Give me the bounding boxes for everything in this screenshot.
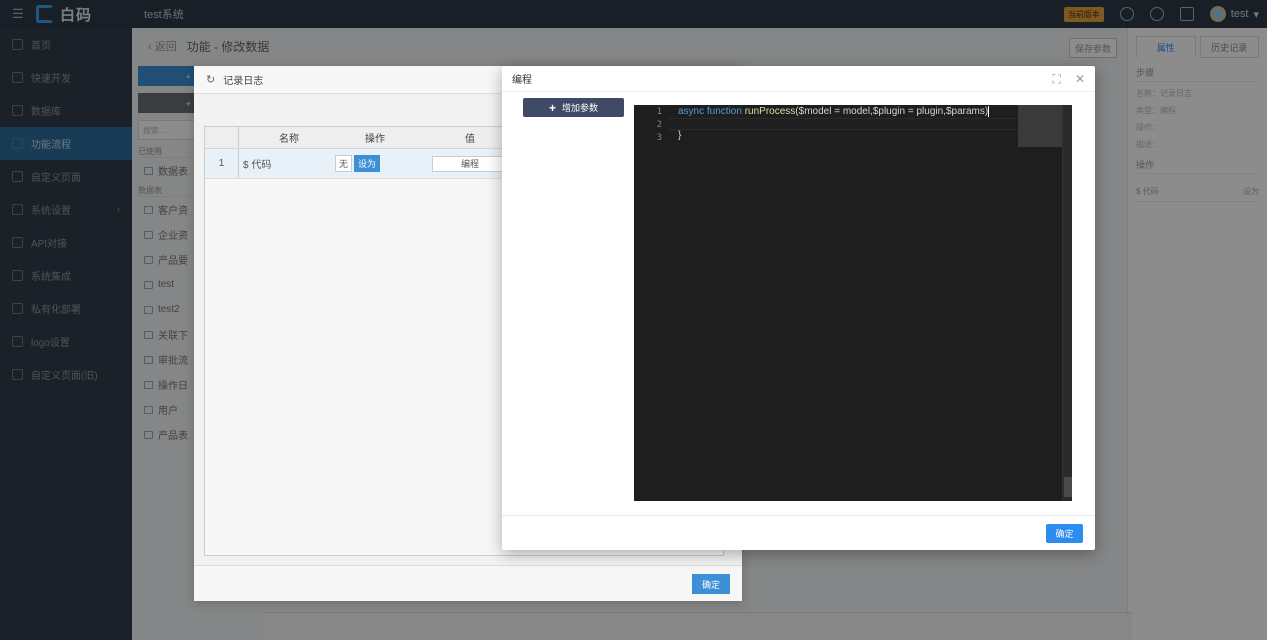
keyword-async: async (678, 106, 705, 118)
modal-tools: ⛶ ✕ (1053, 72, 1085, 87)
code-modal-header: 编程 (502, 66, 1095, 92)
line-gutter: 1 2 3 (634, 105, 668, 501)
row-index: 1 (205, 149, 239, 178)
code-modal-ok-button[interactable]: 确定 (1046, 524, 1083, 543)
editor-minimap[interactable] (1018, 105, 1062, 147)
code-modal-footer: 确定 (502, 515, 1095, 550)
code-line-1: async function runProcess($model = model… (678, 106, 990, 118)
keyword-function: function (706, 106, 742, 118)
header-op: 操作 (365, 134, 385, 145)
header-index (205, 127, 239, 148)
header-name: 名称 (279, 134, 299, 145)
editor-scrollbar[interactable] (1062, 105, 1072, 501)
close-icon[interactable]: ✕ (1075, 72, 1085, 87)
scrollbar-thumb[interactable] (1064, 477, 1072, 497)
line-number: 2 (656, 120, 662, 130)
code-line-3: } (678, 130, 682, 141)
line-number: 1 (656, 107, 662, 117)
log-dialog-ok-button[interactable]: 确定 (692, 574, 730, 594)
refresh-icon[interactable]: ↻ (206, 73, 215, 86)
add-param-label: 增加参数 (562, 103, 599, 113)
op-set-button[interactable]: 设为 (354, 155, 381, 172)
function-params: ($model = model,$plugin = plugin,$params… (795, 106, 989, 118)
log-dialog-footer: 确定 (194, 565, 742, 601)
op-none-button[interactable]: 无 (335, 155, 353, 172)
fullscreen-icon[interactable]: ⛶ (1053, 72, 1061, 87)
function-name: runProcess (744, 106, 796, 118)
row-op: 无 设为 (335, 155, 415, 172)
add-param-button[interactable]: + 增加参数 (523, 98, 624, 117)
line-number: 3 (656, 133, 662, 143)
code-editor[interactable]: 1 2 3 async function runProcess($model =… (634, 105, 1072, 501)
code-edit-button[interactable]: 编程 (432, 155, 508, 172)
text-cursor (988, 106, 990, 117)
log-dialog-title: 记录日志 (223, 76, 264, 87)
code-modal: 编程 ⛶ ✕ + 增加参数 1 2 3 async function runPr… (502, 66, 1095, 550)
row-name: $ 代码 (243, 160, 272, 171)
code-modal-title: 编程 (512, 75, 532, 86)
code-content[interactable]: async function runProcess($model = model… (678, 106, 990, 142)
plus-icon: + (548, 100, 556, 115)
